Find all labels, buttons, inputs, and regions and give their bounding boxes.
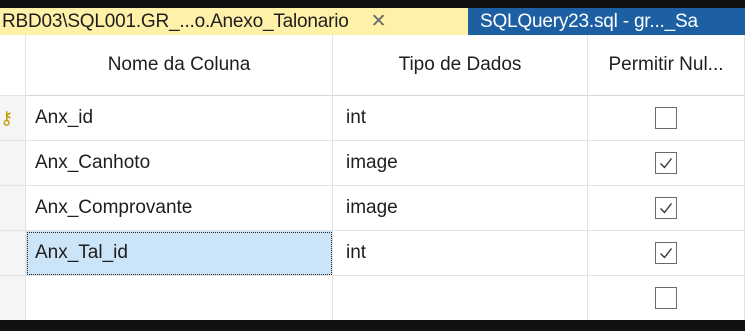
row-selector[interactable]	[0, 276, 26, 321]
document-tab-strip: RBD03\SQL001.GR_...o.Anexo_Talonario ✕ S…	[0, 8, 745, 35]
allow-nulls-cell	[588, 186, 745, 231]
data-type-cell[interactable]: image	[333, 141, 588, 186]
column-name-cell[interactable]: Anx_Canhoto	[26, 141, 333, 186]
primary-key-icon: ⚷	[0, 108, 14, 128]
allow-nulls-cell	[588, 276, 745, 321]
table-designer-grid: Nome da Coluna Tipo de Dados Permitir Nu…	[0, 35, 745, 321]
allow-nulls-checkbox[interactable]	[655, 287, 677, 309]
data-type-cell[interactable]: int	[333, 231, 588, 276]
column-name-cell[interactable]: Anx_id	[26, 96, 333, 141]
column-header-type[interactable]: Tipo de Dados	[333, 35, 588, 96]
tab-anexo-talonario[interactable]: RBD03\SQL001.GR_...o.Anexo_Talonario ✕	[0, 8, 468, 35]
allow-nulls-cell	[588, 231, 745, 276]
window-bottom-edge	[0, 320, 745, 331]
data-type-cell[interactable]	[333, 276, 588, 321]
column-name-cell[interactable]: Anx_Tal_id	[26, 231, 333, 276]
allow-nulls-checkbox[interactable]	[655, 152, 677, 174]
allow-nulls-cell	[588, 96, 745, 141]
tab-sqlquery23[interactable]: SQLQuery23.sql - gr..._Sa	[468, 8, 745, 35]
allow-nulls-checkbox[interactable]	[655, 197, 677, 219]
data-type-cell[interactable]: int	[333, 96, 588, 141]
row-selector[interactable]	[0, 141, 26, 186]
tab-title: RBD03\SQL001.GR_...o.Anexo_Talonario	[2, 10, 349, 32]
column-name-cell[interactable]	[26, 276, 333, 321]
row-selector[interactable]	[0, 186, 26, 231]
allow-nulls-checkbox[interactable]	[655, 242, 677, 264]
allow-nulls-checkbox[interactable]	[655, 107, 677, 129]
window-top-edge	[0, 0, 745, 8]
column-header-name[interactable]: Nome da Coluna	[26, 35, 333, 96]
row-selector[interactable]	[0, 231, 26, 276]
allow-nulls-cell	[588, 141, 745, 186]
header-corner	[0, 35, 26, 96]
close-icon[interactable]: ✕	[371, 8, 387, 35]
data-type-cell[interactable]: image	[333, 186, 588, 231]
row-selector[interactable]: ⚷	[0, 96, 26, 141]
column-name-cell[interactable]: Anx_Comprovante	[26, 186, 333, 231]
column-header-nulls[interactable]: Permitir Nul...	[588, 35, 745, 96]
tab-title: SQLQuery23.sql - gr..._Sa	[480, 10, 698, 32]
